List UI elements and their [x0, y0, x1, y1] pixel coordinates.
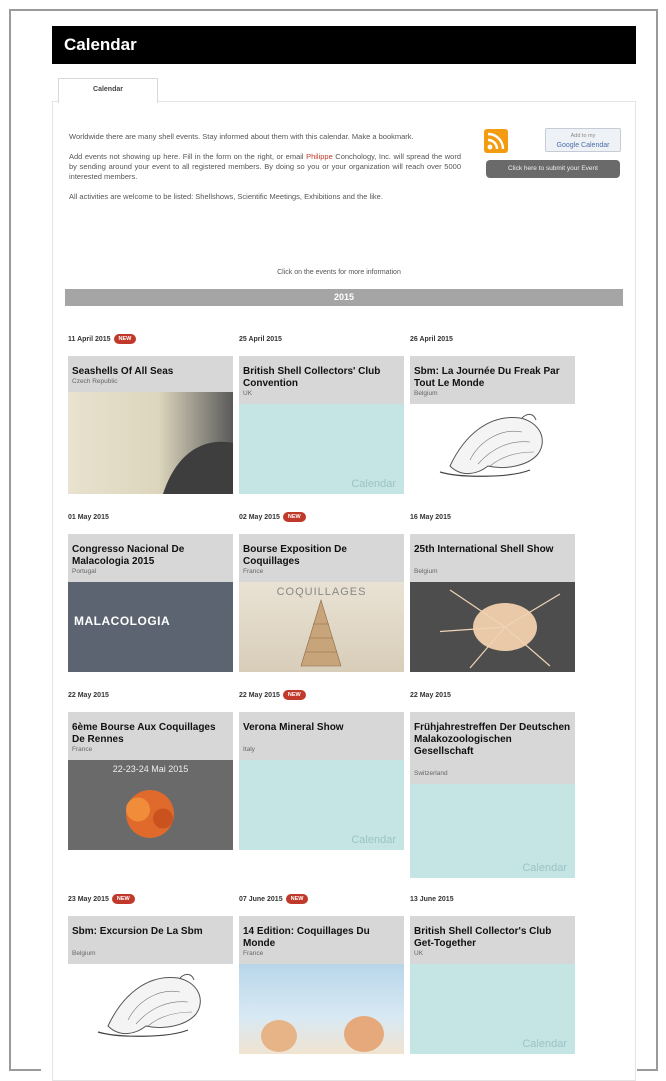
philippe-email-link[interactable]: Philippe	[306, 152, 333, 161]
event-country: Portugal	[72, 568, 97, 575]
event-title[interactable]: Sbm: La Journée Du Freak Par Tout Le Mon…	[414, 366, 571, 390]
intro-paragraph-2: Add events not showing up here. Fill in …	[69, 152, 461, 182]
new-badge: NEW	[285, 894, 309, 904]
event-country: Switzerland	[414, 770, 448, 777]
event-card[interactable]: 6ème Bourse Aux Coquillages De Rennes Fra…	[68, 712, 233, 850]
event-date: 23 May 2015 NEW	[68, 892, 233, 908]
intro-paragraph-1: Worldwide there are many shell events. S…	[69, 132, 414, 141]
event-country: France	[243, 568, 264, 575]
event-item[interactable]: 25 April 2015 British Shell Collectors' C…	[239, 332, 404, 494]
event-country: Czech Republic	[72, 378, 118, 385]
event-title[interactable]: Verona Mineral Show	[243, 722, 400, 734]
event-date: 16 May 2015	[410, 510, 575, 526]
calendar-watermark: Calendar	[351, 834, 396, 846]
tab-calendar[interactable]: Calendar	[58, 78, 158, 103]
event-item[interactable]: 13 June 2015 British Shell Collector's Cl…	[410, 892, 575, 1054]
google-calendar-small: Add to my	[570, 133, 596, 139]
event-date-text: 22 May 2015	[410, 692, 451, 699]
event-title[interactable]: Bourse Exposition De Coquillages	[243, 544, 400, 568]
event-card[interactable]: Verona Mineral Show Italy Calendar	[239, 712, 404, 850]
event-card[interactable]: British Shell Collector's Club Get-Toget…	[410, 916, 575, 1054]
event-date-text: 13 June 2015	[410, 896, 454, 903]
event-item[interactable]: 01 May 2015 Congresso Nacional De Malacol…	[68, 510, 233, 672]
events-hint: Click on the events for more information	[277, 269, 401, 276]
event-date-text: 22 May 2015	[239, 692, 280, 699]
google-calendar-label: Google Calendar	[556, 142, 610, 149]
event-card[interactable]: Congresso Nacional De Malacologia 2015 Po…	[68, 534, 233, 672]
event-date-text: 22 May 2015	[68, 692, 109, 699]
calendar-watermark: Calendar	[351, 478, 396, 490]
event-country: UK	[414, 950, 424, 957]
event-item[interactable]: 02 May 2015 NEW Bourse Exposition De Coqui…	[239, 510, 404, 672]
calendar-watermark: Calendar	[522, 862, 567, 874]
event-date: 01 May 2015	[68, 510, 233, 526]
event-title[interactable]: Congresso Nacional De Malacologia 2015	[72, 544, 229, 568]
event-card[interactable]: 14 Edition: Coquillages Du Monde France	[239, 916, 404, 1054]
calendar-page: Calendar Calendar Worldwide there are ma…	[41, 14, 637, 1081]
event-date: 25 April 2015	[239, 332, 404, 348]
event-title[interactable]: British Shell Collector's Club Get-Toget…	[414, 926, 571, 950]
event-item[interactable]: 22 May 2015 Frühjahrestreffen Der Deutsch…	[410, 688, 575, 878]
new-badge: NEW	[282, 512, 306, 522]
event-card[interactable]: British Shell Collectors' Club Conventio…	[239, 356, 404, 494]
event-country: France	[72, 746, 93, 753]
intro-text: Worldwide there are many shell events. S…	[69, 132, 461, 212]
event-title[interactable]: Frühjahrestreffen Der Deutschen Malakozo…	[414, 722, 571, 758]
intro-text-a: Add events not showing up here. Fill in …	[69, 152, 307, 161]
event-item[interactable]: 11 April 2015 NEW Seashells Of All Seas Cze…	[68, 332, 233, 494]
google-calendar-button[interactable]: Add to my Google Calendar	[545, 128, 621, 152]
event-card[interactable]: Seashells Of All Seas Czech Republic	[68, 356, 233, 494]
page-title: Calendar	[52, 26, 636, 64]
event-date-text: 07 June 2015	[239, 896, 283, 903]
event-item[interactable]: 22 May 2015 NEW Verona Mineral Show Italy Ca…	[239, 688, 404, 850]
event-title[interactable]: 6ème Bourse Aux Coquillages De Rennes	[72, 722, 229, 746]
event-country: Belgium	[414, 568, 438, 575]
event-country: Italy	[243, 746, 255, 753]
rss-feed-icon[interactable]	[484, 129, 508, 153]
submit-event-button[interactable]: Click here to submit your Event	[486, 160, 620, 178]
event-date-text: 26 April 2015	[410, 336, 453, 343]
event-date: 13 June 2015	[410, 892, 575, 908]
event-card[interactable]: Frühjahrestreffen Der Deutschen Malakozo…	[410, 712, 575, 878]
event-item[interactable]: 26 April 2015 Sbm: La Journée Du Freak Pa…	[410, 332, 575, 494]
year-header: 2015	[65, 289, 623, 306]
event-country: UK	[243, 390, 253, 397]
event-date-text: 23 May 2015	[68, 896, 109, 903]
event-date-text: 11 April 2015	[68, 336, 111, 343]
new-badge: NEW	[282, 690, 306, 700]
event-title[interactable]: British Shell Collectors' Club Conventio…	[243, 366, 400, 390]
event-title[interactable]: Seashells Of All Seas	[72, 366, 229, 378]
event-item[interactable]: 07 June 2015 NEW 14 Edition: Coquillages D…	[239, 892, 404, 1054]
event-date: 22 May 2015 NEW	[239, 688, 404, 704]
event-date-text: 02 May 2015	[239, 514, 280, 521]
event-date: 22 May 2015	[68, 688, 233, 704]
event-card[interactable]: Sbm: La Journée Du Freak Par Tout Le Mon…	[410, 356, 575, 494]
event-country: Belgium	[414, 390, 438, 397]
new-badge: NEW	[111, 894, 135, 904]
new-badge: NEW	[113, 334, 137, 344]
event-title[interactable]: Sbm: Excursion De La Sbm	[72, 926, 229, 938]
event-date-text: 01 May 2015	[68, 514, 109, 521]
event-country: France	[243, 950, 264, 957]
event-country: Belgium	[72, 950, 96, 957]
event-date: 07 June 2015 NEW	[239, 892, 404, 908]
event-date-text: 16 May 2015	[410, 514, 451, 521]
event-item[interactable]: 16 May 2015 25th International Shell Show…	[410, 510, 575, 672]
event-date: 26 April 2015	[410, 332, 575, 348]
event-title[interactable]: 14 Edition: Coquillages Du Monde	[243, 926, 400, 950]
event-date: 11 April 2015 NEW	[68, 332, 233, 348]
event-title[interactable]: 25th International Shell Show	[414, 544, 571, 556]
calendar-watermark: Calendar	[522, 1038, 567, 1050]
event-card[interactable]: Bourse Exposition De Coquillages France CO…	[239, 534, 404, 672]
event-item[interactable]: 23 May 2015 NEW Sbm: Excursion De La Sbm Be…	[68, 892, 233, 1054]
event-card[interactable]: Sbm: Excursion De La Sbm Belgium	[68, 916, 233, 1054]
event-date: 02 May 2015 NEW	[239, 510, 404, 526]
event-item[interactable]: 22 May 2015 6ème Bourse Aux Coquillages D…	[68, 688, 233, 850]
intro-paragraph-3: All activities are welcome to be listed:…	[69, 192, 383, 201]
event-card[interactable]: 25th International Shell Show Belgium	[410, 534, 575, 672]
event-date-text: 25 April 2015	[239, 336, 282, 343]
event-date: 22 May 2015	[410, 688, 575, 704]
